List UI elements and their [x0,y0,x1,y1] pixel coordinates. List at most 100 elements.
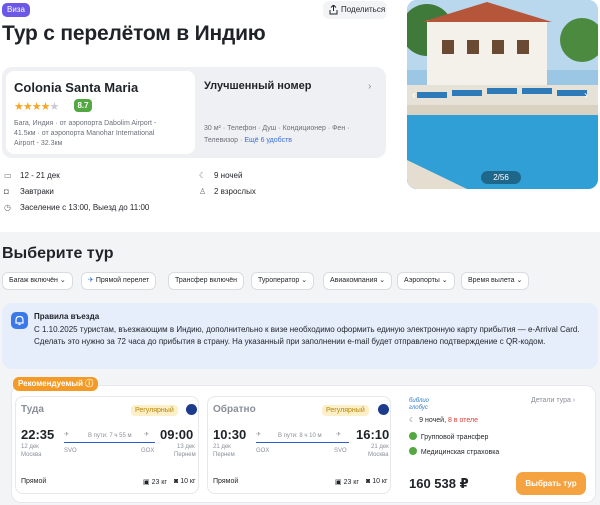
address-line-3: Airport - 32.3км [14,140,63,147]
outbound-dep-city: Москва [21,452,42,458]
trip-dates: 12 - 21 дек [20,171,60,180]
landing-icon: ✈ [336,432,342,438]
hotel-card: Colonia Santa Maria ★★★★★ 8.7 Бага, Инди… [2,67,386,158]
trip-meals: Завтраки [20,187,54,196]
regular-badge: Регулярный [131,405,178,416]
filter-label: Туроператор [258,277,300,284]
return-dep-time: 10:30 [213,427,247,442]
return-arr-city: Москва [368,452,389,458]
filter-baggage[interactable]: Багаж включён ⌄ [2,272,73,290]
meal-icon: ◘ [4,187,9,196]
select-tour-button[interactable]: Выбрать тур [516,472,586,495]
return-baggage: ▣ 23 кг [335,478,359,486]
hotel-info[interactable]: Colonia Santa Maria ★★★★★ 8.7 Бага, Инди… [6,71,195,154]
flight-path-line [64,442,155,443]
transfer-label: Групповой трансфер [420,434,489,441]
hotel-rating-badge: 8.7 [74,99,92,112]
offer-transfer: Групповой трансфер [409,432,488,441]
moon-icon: ☾ [199,171,207,180]
insurance-label: Медицинская страховка [420,449,500,456]
return-dep-code: GOX [256,448,270,454]
return-duration: В пути: 8 ч 10 м [278,433,322,439]
outbound-dep-date: 12 дек [21,444,39,450]
return-dep-city: Пернем [213,452,235,458]
photo-next-button[interactable]: › [584,88,588,102]
bell-icon [11,312,28,329]
nights-label: 9 ночей, [419,417,447,424]
landing-icon: ✈ [144,432,150,438]
person-icon: ♙ [199,187,207,196]
operator-logo: библио глобус [409,398,429,412]
takeoff-icon: ✈ [64,432,70,438]
filter-airports[interactable]: Аэропорты ⌄ [397,272,455,290]
chevron-down-icon: ⌄ [59,277,66,284]
entry-rules-banner: Правила въезда С 1.10.2025 туристам, въе… [2,303,598,369]
filter-label: Авиакомпания [330,277,378,284]
chevron-down-icon: ⌄ [441,277,448,284]
hotel-photo-image [407,0,598,189]
filter-airline[interactable]: Авиакомпания ⌄ [323,272,393,290]
page-title: Тур с перелётом в Индию [2,22,266,45]
tour-price: 160 538 ₽ [409,476,469,491]
rules-text: С 1.10.2025 туристам, въезжающим в Индию… [34,325,580,346]
tour-details-link[interactable]: Детали тура › [531,397,575,404]
baggage-weight: 23 кг [151,479,167,486]
filter-direct[interactable]: ✈ Прямой перелет [81,272,157,290]
outbound-arr-time: 09:00 [160,427,194,442]
more-amenities-link[interactable]: Ещё 6 удобств [244,137,292,144]
handbag-weight: 10 кг [372,478,388,485]
outbound-arr-date: 13 дек [177,444,195,450]
recommended-label: Рекомендуемый [18,379,83,388]
amenities-line-1: 30 м² · Телефон · Душ · Кондиционер · Фе… [204,125,350,132]
hotel-photo[interactable] [407,0,598,189]
photo-prev-button[interactable]: ‹ [412,88,416,102]
outbound-title: Туда [21,404,44,415]
chevron-right-icon[interactable]: › [368,81,371,92]
filter-label: Аэропорты [404,277,440,284]
takeoff-icon: ✈ [256,432,262,438]
outbound-baggage: ▣ 23 кг [143,478,167,486]
share-button[interactable]: Поделиться [323,1,387,19]
moon-icon: ☾ [409,417,416,424]
chevron-down-icon: ⌄ [301,277,308,284]
amenities-line-2: Телевизор [204,137,239,144]
flight-path-line [256,442,349,443]
offer-insurance: Медицинская страховка [409,447,499,456]
visa-badge: Виза [2,3,30,17]
room-title[interactable]: Улучшенный номер [204,80,311,92]
operator-line-2: глобус [409,405,428,411]
outbound-duration: В пути: 7 ч 55 м [88,433,132,439]
airline-logo-icon [186,404,197,415]
baggage-weight: 23 кг [343,479,359,486]
return-arr-code: SVO [334,448,347,454]
filter-transfer[interactable]: Трансфер включён [168,272,244,290]
filter-label: Прямой перелет [95,277,150,284]
return-handbag: ◙ 10 кг [366,478,388,485]
address-line-1: Бага, Индия · от аэропорта Dabolim Airpo… [14,120,157,127]
outbound-direct: Прямой [21,478,47,485]
filter-departure-time[interactable]: Время вылета ⌄ [461,272,530,290]
regular-badge: Регулярный [322,405,369,416]
filter-operator[interactable]: Туроператор ⌄ [251,272,315,290]
chevron-down-icon: ⌄ [379,277,386,284]
trip-checkin: Заселение с 13:00, Выезд до 11:00 [20,203,150,212]
share-label: Поделиться [341,5,386,14]
outbound-handbag: ◙ 10 кг [174,478,196,485]
return-arr-time: 16:10 [356,427,390,442]
handbag-weight: 10 кг [180,478,196,485]
return-title: Обратно [213,404,256,415]
address-line-2: 41.5км · от аэропорта Manohar Internatio… [14,130,155,137]
clock-icon: ◷ [4,203,11,212]
hotel-nights-label: 8 в отеле [447,417,478,424]
chevron-down-icon: ⌄ [516,277,523,284]
recommended-badge: Рекомендуемый ⓘ [13,377,99,391]
share-icon [329,5,338,15]
details-label: Детали тура [531,397,571,404]
return-dep-date: 21 дек [213,444,231,450]
airline-logo-icon [378,404,389,415]
calendar-icon: ▭ [4,171,12,180]
hotel-name[interactable]: Colonia Santa Maria [14,80,138,95]
rules-title: Правила въезда [34,312,100,321]
outbound-arr-code: GOX [141,448,155,454]
return-direct: Прямой [213,478,239,485]
